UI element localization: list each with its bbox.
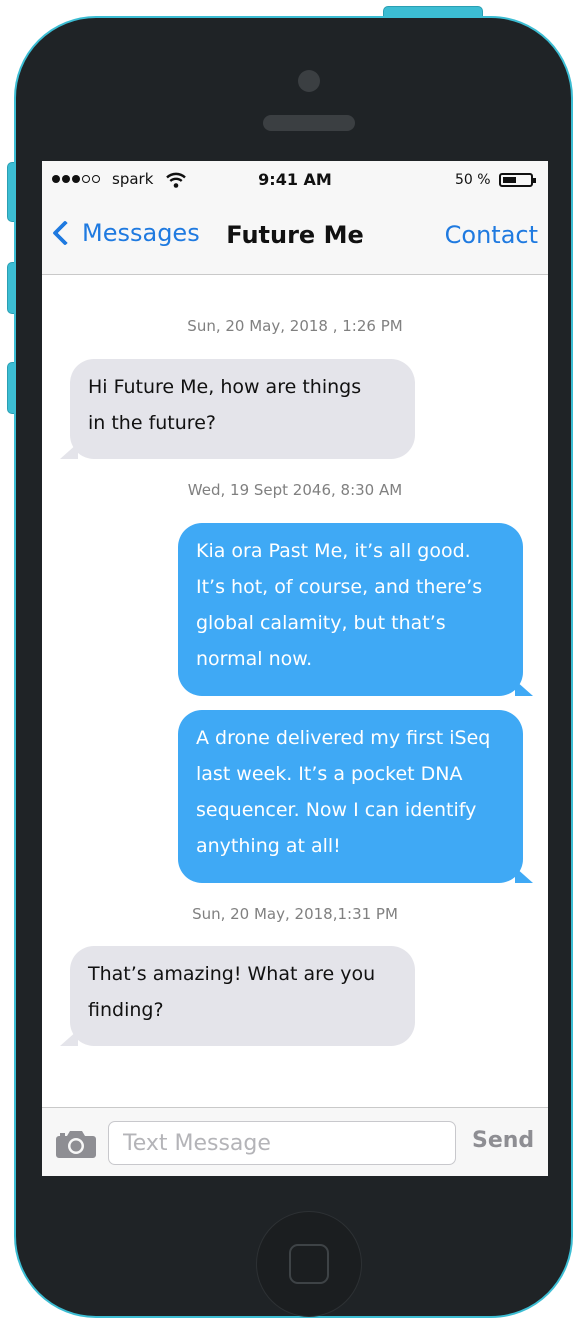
send-button[interactable]: Send xyxy=(472,1128,534,1153)
message-list: Sun, 20 May, 2018 , 1:26 PM Hi Future Me… xyxy=(42,275,548,1107)
status-bar: spark 9:41 AM 50 % xyxy=(42,161,548,201)
compose-bar: Send xyxy=(42,1107,548,1176)
message-line: sequencer. Now I can identify xyxy=(196,799,477,821)
message-timestamp: Sun, 20 May, 2018,1:31 PM xyxy=(192,905,398,923)
outgoing-message[interactable]: Kia ora Past Me, it’s all good. It’s hot… xyxy=(178,523,533,696)
battery-icon xyxy=(499,173,536,187)
message-line: Hi Future Me, how are things xyxy=(88,376,362,398)
incoming-message[interactable]: That’s amazing! What are you finding? xyxy=(60,946,415,1046)
battery-percent: 50 % xyxy=(455,172,491,188)
message-line: global calamity, but that’s xyxy=(196,612,446,634)
navigation-bar: Messages Future Me Contact xyxy=(42,201,548,275)
earpiece-speaker xyxy=(263,115,355,131)
message-line: anything at all! xyxy=(196,835,341,857)
home-square-icon xyxy=(289,1244,329,1284)
message-line: finding? xyxy=(88,999,164,1021)
outgoing-message[interactable]: A drone delivered my first iSeq last wee… xyxy=(178,710,533,883)
contact-button[interactable]: Contact xyxy=(445,221,538,249)
back-label: Messages xyxy=(82,219,200,247)
home-button[interactable] xyxy=(256,1211,362,1317)
message-timestamp: Sun, 20 May, 2018 , 1:26 PM xyxy=(187,317,403,335)
chevron-left-icon xyxy=(52,220,78,246)
message-line: in the future? xyxy=(88,412,216,434)
message-line: normal now. xyxy=(196,648,313,670)
message-line: A drone delivered my first iSeq xyxy=(196,727,491,749)
incoming-message[interactable]: Hi Future Me, how are things in the futu… xyxy=(60,359,415,459)
message-line: It’s hot, of course, and there’s xyxy=(196,576,483,598)
message-input[interactable] xyxy=(108,1121,456,1165)
message-timestamp: Wed, 19 Sept 2046, 8:30 AM xyxy=(187,481,403,499)
back-button[interactable]: Messages xyxy=(50,219,200,247)
front-camera xyxy=(298,70,320,92)
message-line: last week. It’s a pocket DNA xyxy=(196,763,463,785)
screen: spark 9:41 AM 50 % Messages Future Me Co… xyxy=(42,161,548,1176)
message-line: That’s amazing! What are you xyxy=(88,963,376,985)
battery-level xyxy=(503,177,516,183)
message-line: Kia ora Past Me, it’s all good. xyxy=(196,540,471,562)
camera-icon[interactable] xyxy=(55,1129,97,1159)
